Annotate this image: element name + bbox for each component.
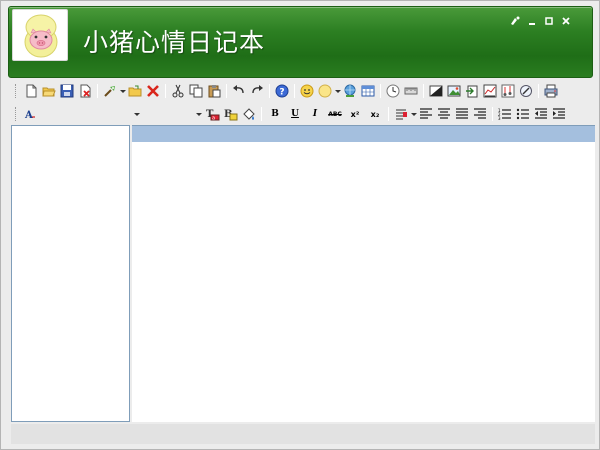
open-folder-icon[interactable] [41, 83, 57, 99]
title-bar: 小猪心情日记本 [8, 6, 593, 78]
ruler-icon[interactable] [403, 83, 419, 99]
editor-area[interactable] [132, 125, 595, 422]
paragraph-dropdown[interactable] [410, 107, 417, 121]
svg-text:3: 3 [498, 116, 501, 121]
text-color-icon[interactable]: Ta [205, 106, 221, 122]
toolbar-separator [97, 84, 98, 98]
toolbar-separator [538, 84, 539, 98]
diary-list-panel[interactable] [11, 125, 130, 422]
table-icon[interactable] [360, 83, 376, 99]
align-right-icon[interactable] [472, 106, 488, 122]
align-justify-icon[interactable] [454, 106, 470, 122]
tools-icon[interactable] [102, 83, 118, 99]
mood-icon[interactable] [317, 83, 333, 99]
bullet-list-icon[interactable] [515, 106, 531, 122]
help-icon[interactable]: ? [274, 83, 290, 99]
italic-button[interactable]: I [306, 106, 324, 122]
svg-text:A: A [24, 110, 33, 120]
new-document-icon[interactable] [23, 83, 39, 99]
folder-icon[interactable] [127, 83, 143, 99]
main-toolbar: ? [15, 81, 597, 101]
delete-icon[interactable] [145, 83, 161, 99]
font-name-icon: A [24, 108, 36, 120]
skin-icon[interactable] [509, 15, 521, 27]
copy-icon[interactable] [188, 83, 204, 99]
paste-icon[interactable] [206, 83, 222, 99]
indent-icon[interactable] [551, 106, 567, 122]
minimize-icon[interactable] [526, 15, 538, 27]
toolbar-separator [423, 84, 424, 98]
svg-text:?: ? [279, 88, 284, 98]
mood-dropdown[interactable] [334, 84, 341, 98]
print-icon[interactable] [543, 83, 559, 99]
image-icon[interactable] [428, 83, 444, 99]
tools-dropdown[interactable] [119, 84, 126, 98]
status-bar [11, 424, 595, 444]
underline-button[interactable]: U [286, 106, 304, 122]
delete-file-icon[interactable] [77, 83, 93, 99]
globe-user-icon[interactable] [342, 83, 358, 99]
font-name-select[interactable]: A [22, 106, 142, 122]
toolbar-grip[interactable] [15, 107, 18, 121]
export-icon[interactable] [464, 83, 480, 99]
save-icon[interactable] [59, 83, 75, 99]
svg-text:a: a [212, 116, 215, 122]
clock-icon[interactable] [385, 83, 401, 99]
font-size-select[interactable] [142, 106, 204, 122]
cut-icon[interactable] [170, 83, 186, 99]
window-controls [509, 15, 572, 27]
superscript-button[interactable]: x² [346, 106, 364, 122]
paragraph-style-icon[interactable] [393, 106, 409, 122]
pig-logo-icon [24, 14, 58, 58]
emoticon-icon[interactable] [299, 83, 315, 99]
fill-icon[interactable] [241, 106, 257, 122]
toolbar-separator [492, 107, 493, 121]
toolbar-separator [294, 84, 295, 98]
font-name-dropdown-icon [134, 112, 140, 116]
undo-icon[interactable] [231, 83, 247, 99]
edit-icon[interactable] [518, 83, 534, 99]
format-toolbar: A Ta B B U I ABC x² x₂ 123 [15, 104, 597, 124]
toolbar-separator [269, 84, 270, 98]
app-window: 小猪心情日记本 ? A T a B B U I ABC x² x₂ 1 2 3 [0, 0, 600, 450]
numbered-list-icon[interactable]: 123 [497, 106, 513, 122]
toolbar-separator [261, 107, 262, 121]
editor-header-bar [132, 126, 595, 142]
app-logo [12, 9, 68, 61]
chart-icon[interactable] [482, 83, 498, 99]
app-title: 小猪心情日记本 [83, 28, 266, 57]
back-color-icon[interactable]: B [223, 106, 239, 122]
bold-button[interactable]: B [266, 106, 284, 122]
outdent-icon[interactable] [533, 106, 549, 122]
subscript-button[interactable]: x₂ [366, 106, 384, 122]
toolbar-grip[interactable] [15, 84, 18, 98]
align-center-icon[interactable] [436, 106, 452, 122]
music-icon[interactable] [500, 83, 516, 99]
toolbar-separator [380, 84, 381, 98]
maximize-icon[interactable] [543, 15, 555, 27]
font-size-dropdown-icon [196, 112, 202, 116]
redo-icon[interactable] [249, 83, 265, 99]
toolbar-separator [388, 107, 389, 121]
close-icon[interactable] [560, 15, 572, 27]
toolbar-separator [165, 84, 166, 98]
strikethrough-button[interactable]: ABC [326, 106, 344, 122]
toolbar-separator [226, 84, 227, 98]
picture-icon[interactable] [446, 83, 462, 99]
align-left-icon[interactable] [418, 106, 434, 122]
